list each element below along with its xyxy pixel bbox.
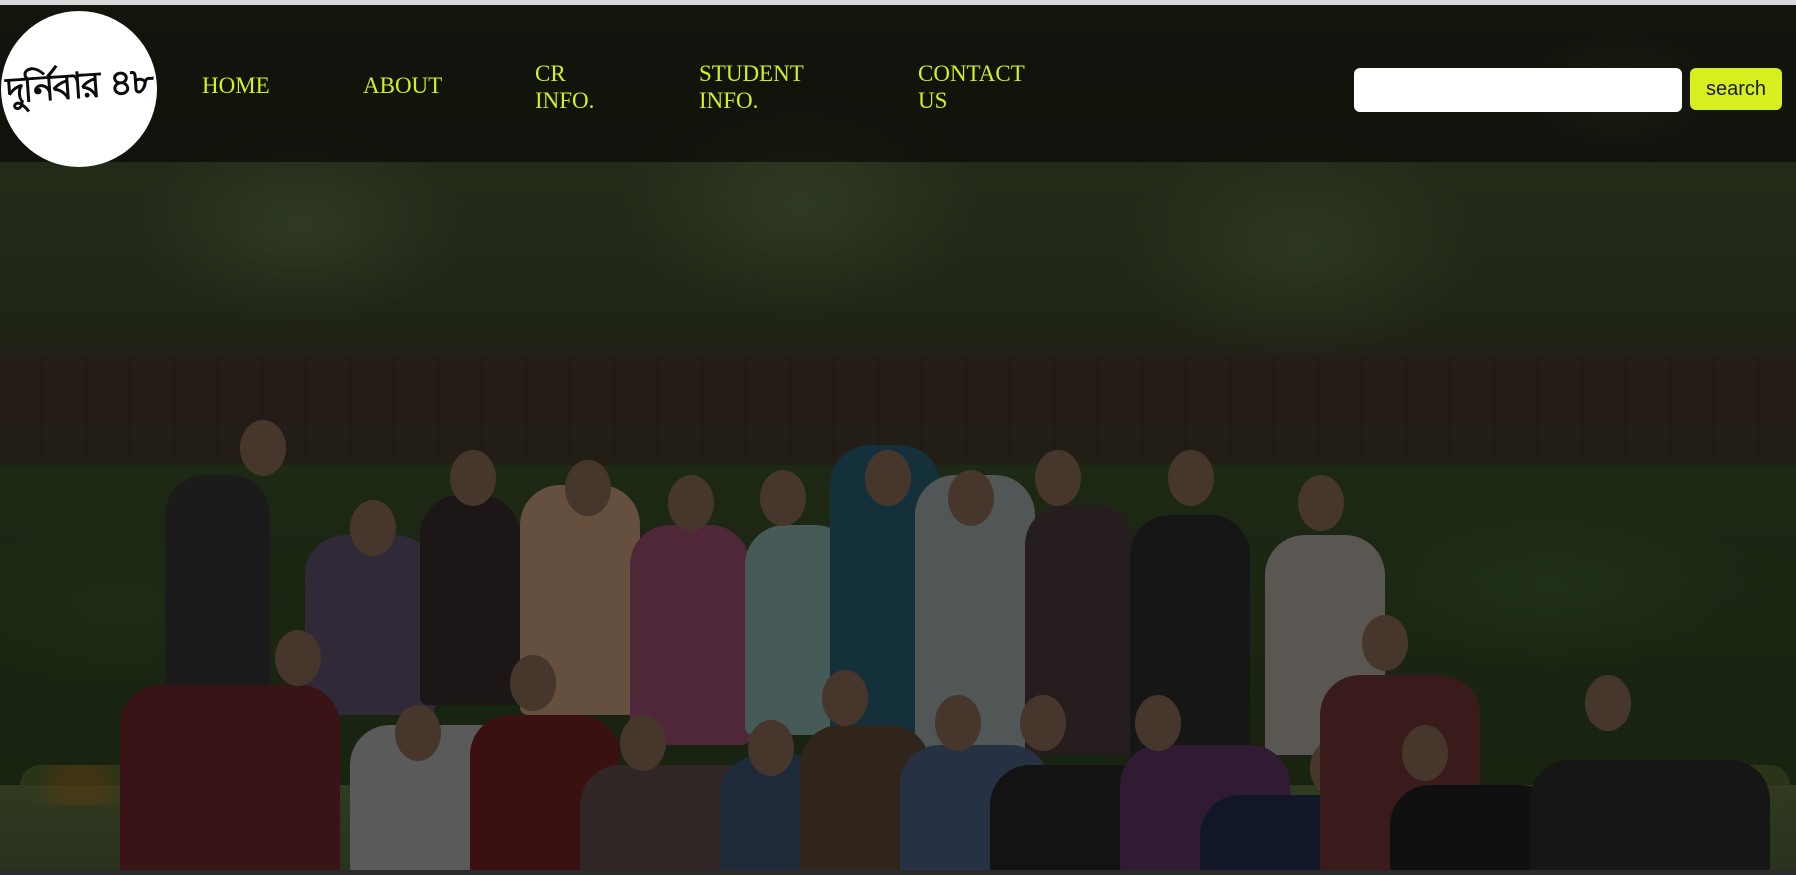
- site-logo[interactable]: দুর্নিবার ৪৮: [1, 11, 157, 167]
- bottom-border: [0, 870, 1796, 875]
- search-input[interactable]: [1354, 68, 1682, 112]
- nav-contact-us-label-line2: US: [918, 88, 948, 113]
- nav-about[interactable]: ABOUT: [363, 72, 442, 99]
- search-button[interactable]: search: [1690, 68, 1782, 110]
- logo-text: দুর্নিবার ৪৮: [4, 60, 154, 113]
- nav-home[interactable]: HOME: [202, 72, 270, 99]
- nav-contact-us-label-line1: CONTACT: [918, 61, 1025, 86]
- nav-cr-info-label-line1: CR: [535, 61, 566, 86]
- nav-cr-info-label-line2: INFO.: [535, 88, 595, 113]
- navbar: দুর্নিবার ৪৮ HOME ABOUT CR INFO. STUDENT…: [0, 5, 1796, 167]
- nav-contact-us[interactable]: CONTACT US: [918, 60, 1025, 114]
- nav-student-info[interactable]: STUDENT INFO.: [699, 60, 804, 114]
- nav-student-info-label-line1: STUDENT: [699, 61, 804, 86]
- nav-about-label: ABOUT: [363, 73, 443, 98]
- nav-student-info-label-line2: INFO.: [699, 88, 759, 113]
- nav-home-label: HOME: [202, 73, 270, 98]
- nav-cr-info[interactable]: CR INFO.: [535, 60, 594, 114]
